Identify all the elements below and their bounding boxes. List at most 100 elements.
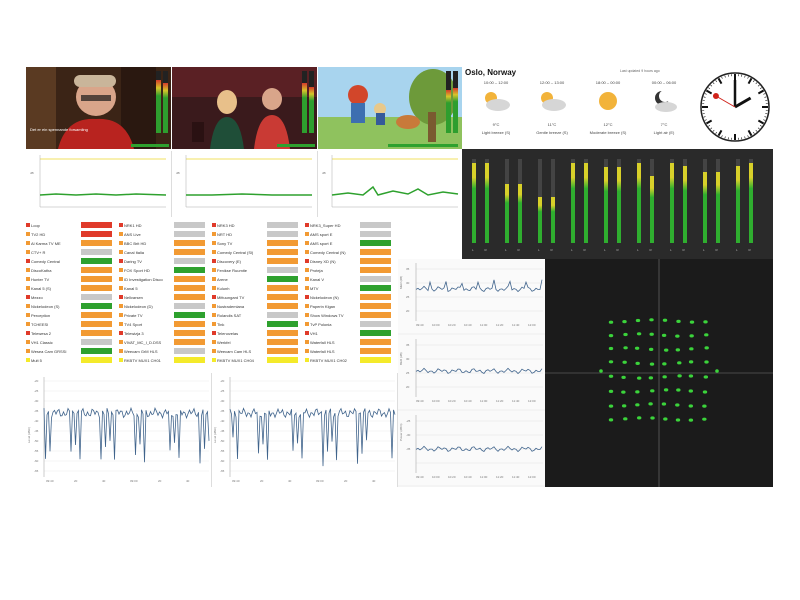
service-status-item[interactable]: Nustrademiana <box>212 302 304 311</box>
constellation-point <box>704 333 709 337</box>
service-status-item[interactable]: Show Windows TV <box>305 311 397 320</box>
service-status-item[interactable]: NRK3_Super HD <box>305 221 397 230</box>
rf-chart-plot <box>415 415 543 473</box>
service-status-item[interactable]: VH1 Classic <box>26 338 118 347</box>
rf-chart-ytick: -25 <box>406 419 411 423</box>
service-status-item[interactable]: Hunter TV <box>26 275 118 284</box>
service-status-item[interactable]: Fenikse Ruumite <box>212 266 304 275</box>
service-status-item[interactable]: Comedy Central (Sl) <box>212 248 304 257</box>
constellation-point <box>677 374 682 378</box>
service-status-item[interactable]: Comedy Central <box>26 257 118 266</box>
rf-chart-ytick: 25 <box>406 295 410 299</box>
service-status-item[interactable]: Telenovelas <box>212 329 304 338</box>
constellation-point <box>635 390 640 394</box>
service-status-item[interactable]: TV2 HD <box>26 230 118 239</box>
service-status-item[interactable]: Mezzo <box>26 293 118 302</box>
service-status-item[interactable]: Weecam GrM HLS <box>119 347 211 356</box>
service-name: Daring TV <box>124 259 142 264</box>
service-status-item[interactable]: Disney XD (N) <box>305 257 397 266</box>
service-status-bar <box>174 294 205 300</box>
service-name: Nickelodeon (N) <box>310 295 339 300</box>
service-status-item[interactable]: TCHEESI <box>26 320 118 329</box>
service-status-item[interactable]: BBC Brit HD <box>119 239 211 248</box>
weather-temp: 12°C <box>603 122 613 127</box>
service-status-item[interactable]: Loop <box>26 221 118 230</box>
service-status-item[interactable]: Telewesa 2 <box>26 329 118 338</box>
service-status-item[interactable]: Discovery (E) <box>212 257 304 266</box>
partly-cloudy-icon <box>485 92 510 111</box>
service-status-item[interactable]: Paperin Klgan <box>305 302 397 311</box>
level-chart-ytick: -50 <box>220 439 225 443</box>
video-tile-1[interactable]: Det er ein spennande forsamling <box>26 67 171 149</box>
status-dot <box>26 349 30 353</box>
service-status-bar <box>267 276 298 282</box>
service-status-item[interactable]: Waterfall HLS <box>305 338 397 347</box>
service-status-item[interactable]: TV4 Sport <box>119 320 211 329</box>
video-tile-3[interactable] <box>318 67 462 149</box>
service-status-item[interactable]: DiscoKatha <box>26 266 118 275</box>
service-status-bar <box>174 303 205 309</box>
service-status-item[interactable]: VIVAT_MC_I_D.DSS <box>119 338 211 347</box>
service-status-item[interactable]: Weecam Cam HLS <box>212 347 304 356</box>
service-status-item[interactable]: NRK1 HD <box>119 221 211 230</box>
service-status-item[interactable]: FOX Sport HD <box>119 266 211 275</box>
service-status-item[interactable]: Wesea Cam GRSSI <box>26 347 118 356</box>
service-status-item[interactable]: Rolandis SAT <box>212 311 304 320</box>
service-status-item[interactable]: VH1 <box>305 329 397 338</box>
service-status-item[interactable]: Nellvarsen <box>119 293 211 302</box>
service-status-item[interactable]: Perception <box>26 311 118 320</box>
service-status-item[interactable]: MTV <box>305 284 397 293</box>
audio-meter <box>156 71 161 133</box>
service-status-item[interactable]: Sony TV <box>212 239 304 248</box>
service-status-item[interactable]: Waterfall HLS <box>305 347 397 356</box>
service-name: RKBTV MUX1 CH02 <box>310 358 347 363</box>
service-status-item[interactable]: ANS Live <box>119 230 211 239</box>
service-status-item[interactable]: Comedy Central (N) <box>305 248 397 257</box>
service-status-item[interactable]: ID Investigation Disco <box>119 275 211 284</box>
service-status-item[interactable]: TvP Polonia <box>305 320 397 329</box>
service-status-item[interactable]: Mittuungard TV <box>212 293 304 302</box>
service-status-item[interactable]: Al Karma TV ME <box>26 239 118 248</box>
audio-channel-meter <box>637 159 641 243</box>
rf-chart-xtick: 11:40 <box>512 323 520 327</box>
service-status-item[interactable]: Arene <box>212 275 304 284</box>
status-bar <box>388 144 458 147</box>
service-status-item[interactable]: RKBTV MUX1 CH02 <box>305 356 397 365</box>
service-status-item[interactable]: Werkfel <box>212 338 304 347</box>
service-name: Mezzo <box>31 295 43 300</box>
service-status-item[interactable]: NRT HD <box>212 230 304 239</box>
service-status-item[interactable]: RKBTV MUX1 CH01 <box>119 356 211 365</box>
service-status-item[interactable]: Kulunh <box>212 284 304 293</box>
service-status-item[interactable]: Nickelodeon (D) <box>119 302 211 311</box>
service-status-item[interactable]: Kanal V <box>305 275 397 284</box>
service-name: VH1 <box>310 331 318 336</box>
level-chart-xtick: 40 <box>186 479 190 483</box>
service-status-item[interactable]: Mult 5 <box>26 356 118 365</box>
status-dot <box>212 277 216 281</box>
service-status-bar <box>360 222 391 228</box>
service-name: Nickelodeon (D) <box>124 304 153 309</box>
video-tile-2[interactable] <box>172 67 317 149</box>
constellation-point <box>689 347 694 351</box>
service-status-item[interactable]: Private TV <box>119 311 211 320</box>
service-status-item[interactable]: NRK3 HD <box>212 221 304 230</box>
level-series-line <box>229 407 396 467</box>
status-dot <box>212 250 216 254</box>
service-status-item[interactable]: Kanal 5 <box>119 284 211 293</box>
service-status-item[interactable]: Proteja <box>305 266 397 275</box>
audio-channel-label: R <box>715 248 718 252</box>
service-status-item[interactable]: Kanal 5 (S) <box>26 284 118 293</box>
service-status-item[interactable]: CTV+ R <box>26 248 118 257</box>
service-status-item[interactable]: Tink <box>212 320 304 329</box>
service-status-item[interactable]: Nickelodeon (S) <box>26 302 118 311</box>
status-dot <box>26 313 30 317</box>
service-status-item[interactable]: AMS sport E <box>305 239 397 248</box>
service-name: RKBTV MUX1 CH04 <box>217 358 254 363</box>
service-status-item[interactable]: Canal Italia <box>119 248 211 257</box>
service-status-item[interactable]: Daring TV <box>119 257 211 266</box>
service-status-item[interactable]: Telewizja 3 <box>119 329 211 338</box>
service-status-item[interactable]: RKBTV MUX1 CH04 <box>212 356 304 365</box>
service-status-item[interactable]: Nickelodeon (N) <box>305 293 397 302</box>
service-status-bar <box>267 240 298 246</box>
service-status-item[interactable]: AMS sport E <box>305 230 397 239</box>
